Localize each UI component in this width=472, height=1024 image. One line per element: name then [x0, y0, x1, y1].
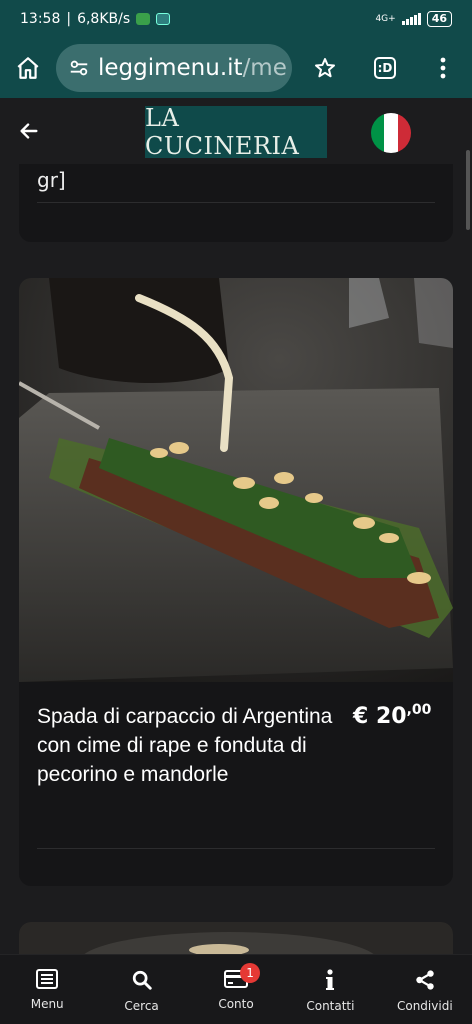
logo-text: LA CUCINERIA — [145, 104, 300, 160]
dish-price: € 20,00 — [353, 702, 431, 729]
menu-item-card[interactable]: Spada di carpaccio di Argentina con cime… — [19, 278, 453, 886]
nav-menu-label: Menu — [30, 997, 64, 1011]
url-path: /me — [242, 55, 287, 81]
arrow-left-icon — [20, 123, 38, 139]
bookmark-button[interactable] — [294, 38, 356, 98]
nav-bill-label: Conto — [218, 997, 254, 1011]
search-icon — [132, 970, 152, 990]
status-bar: 13:58 | 6,8KB/s 4G+ 46 — [0, 0, 472, 38]
bill-badge: 1 — [240, 963, 261, 983]
restaurant-logo[interactable]: LA CUCINERIA — [145, 104, 327, 160]
status-network-speed: 6,8KB/s — [77, 11, 131, 27]
italy-flag-icon[interactable] — [371, 113, 411, 153]
menu-book-icon — [36, 969, 59, 989]
tune-icon[interactable] — [68, 57, 90, 79]
menu-item-card[interactable]: gr] — [19, 164, 453, 242]
status-separator: | — [66, 11, 72, 27]
nav-menu[interactable]: Menu — [0, 955, 94, 1024]
more-vert-icon — [440, 57, 446, 79]
status-right: 4G+ 46 — [375, 11, 452, 27]
next-dish-photo — [19, 922, 453, 954]
browser-toolbar: leggimenu.it/me :D — [0, 38, 472, 98]
menu-item-card[interactable] — [19, 922, 453, 954]
url-text: leggimenu.it/me — [98, 55, 287, 81]
bottom-navigation: Menu Cerca 1 Conto Contatti Condividi — [0, 954, 472, 1024]
tabs-button[interactable]: :D — [356, 38, 414, 98]
nav-search[interactable]: Cerca — [94, 955, 188, 1024]
more-menu-button[interactable] — [414, 38, 472, 98]
notification-app2-icon — [156, 13, 171, 25]
card-divider — [37, 848, 435, 849]
previous-item-text: gr] — [37, 168, 66, 192]
nav-contacts-label: Contatti — [306, 999, 355, 1013]
share-icon — [416, 970, 434, 990]
nav-contacts[interactable]: Contatti — [283, 955, 377, 1024]
price-cents: ,00 — [406, 702, 432, 718]
nav-bill[interactable]: 1 Conto — [189, 955, 283, 1024]
back-button[interactable] — [14, 116, 44, 146]
nav-share[interactable]: Condividi — [378, 955, 472, 1024]
tab-count: :D — [374, 57, 396, 79]
star-icon — [315, 58, 335, 78]
status-time: 13:58 — [20, 11, 61, 27]
home-button[interactable] — [0, 38, 56, 98]
nav-share-label: Condividi — [396, 999, 453, 1013]
nav-search-label: Cerca — [124, 999, 159, 1013]
network-type-label: 4G+ — [375, 14, 396, 24]
menu-content[interactable]: gr] Spada di carpaccio di Argentina con … — [0, 164, 472, 954]
card-divider — [37, 202, 435, 203]
page-scrollbar[interactable] — [466, 150, 470, 230]
url-bar[interactable]: leggimenu.it/me — [56, 44, 292, 92]
home-icon — [17, 57, 39, 79]
notification-app-icon — [136, 13, 151, 25]
price-main: € 20 — [353, 704, 407, 729]
dish-name: Spada di carpaccio di Argentina con cime… — [37, 705, 333, 786]
status-left: 13:58 | 6,8KB/s — [20, 11, 171, 27]
info-icon — [326, 969, 335, 990]
battery-icon: 46 — [426, 11, 452, 27]
url-domain: leggimenu.it — [98, 55, 243, 81]
dish-photo — [19, 278, 453, 682]
signal-icon — [401, 13, 421, 25]
